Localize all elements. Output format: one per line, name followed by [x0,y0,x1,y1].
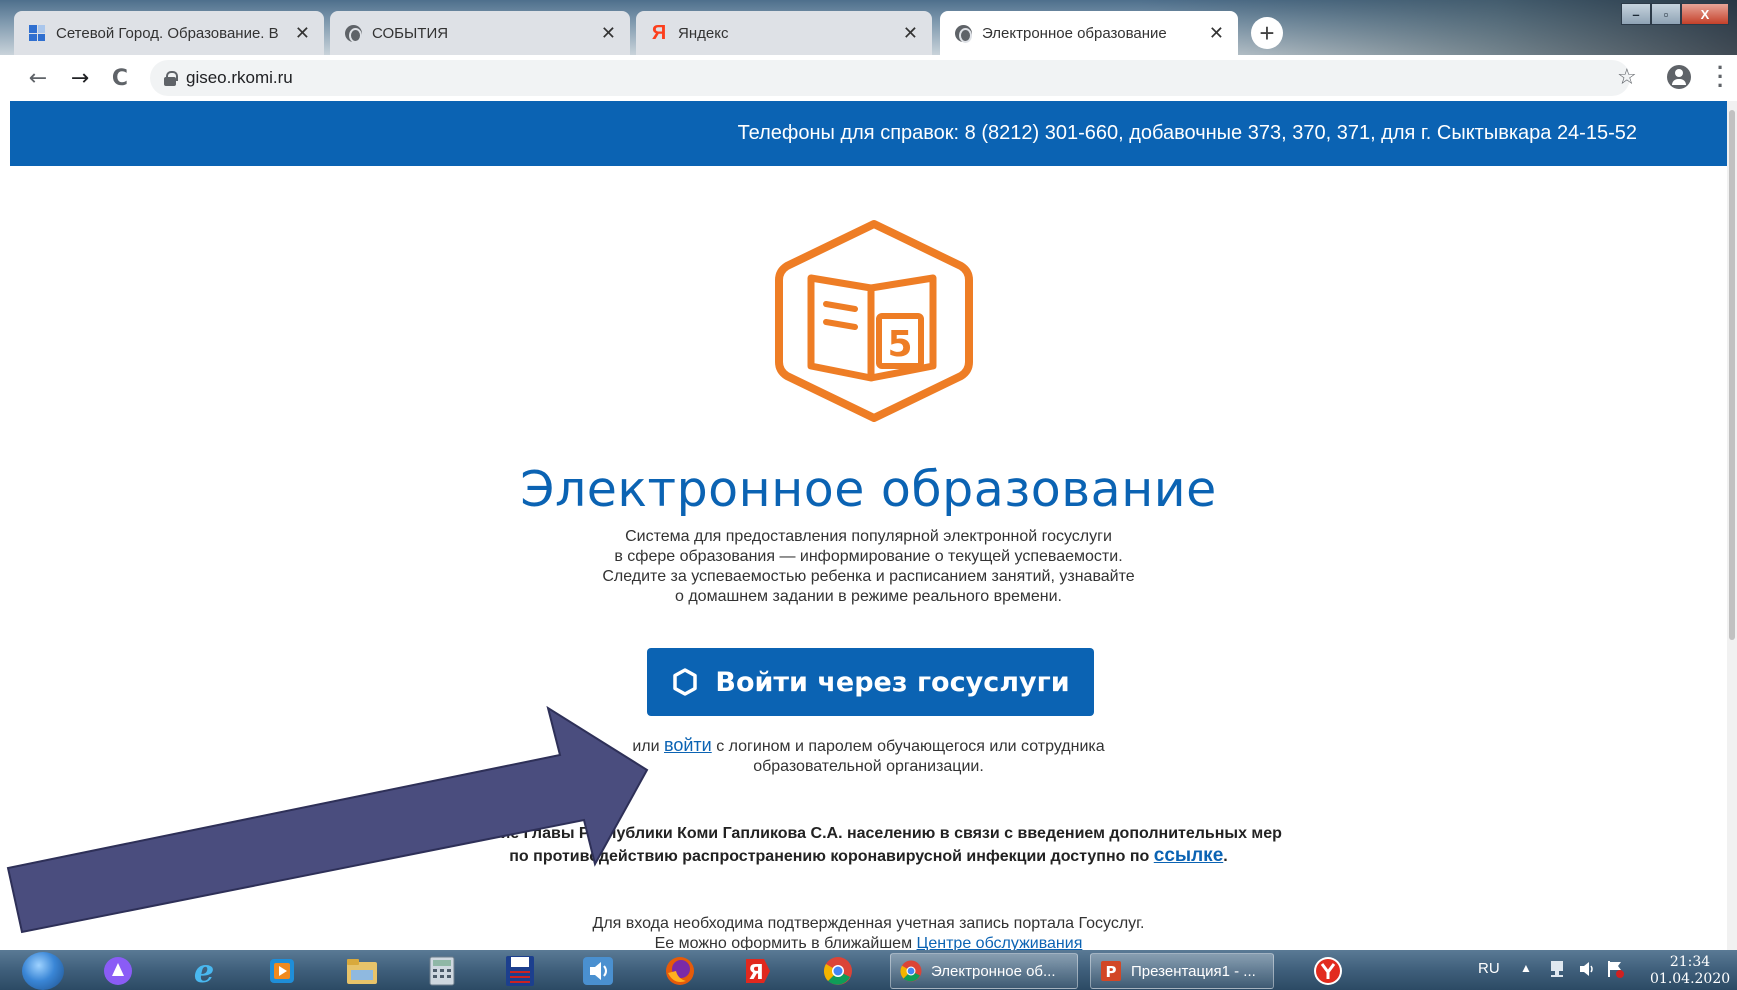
powerpoint-icon: P [1101,961,1121,981]
yandex-icon: Я [651,21,667,44]
grid-favicon-icon [28,24,46,42]
close-icon[interactable]: ✕ [295,23,310,44]
start-button[interactable] [22,952,64,990]
clock-time: 21:34 [1669,954,1711,970]
clock-date: 01.04.2020 [1650,971,1731,987]
minimize-button[interactable]: – [1621,3,1651,25]
chrome-icon[interactable] [820,955,856,987]
gosuslugi-login-button[interactable]: Войти через госуслуги [647,648,1094,716]
tab-title: Сетевой Город. Образование. В [56,24,279,42]
url-text: giseo.rkomi.ru [186,68,293,87]
windows-taskbar: e Я Электронное об... P Презентация1 - .… [0,950,1737,990]
language-indicator[interactable]: RU [1478,960,1500,977]
speaker-app-icon[interactable] [580,955,616,987]
volume-icon[interactable] [1578,959,1598,984]
reload-button[interactable]: C [104,62,136,94]
network-icon[interactable] [1548,959,1566,984]
file-explorer-icon[interactable] [344,955,380,987]
phone-info-text: Телефоны для справок: 8 (8212) 301-660, … [737,122,1637,144]
notice-link[interactable]: ссылке [1154,845,1224,866]
browser-tab-strip: Сетевой Город. Образование. В ✕ СОБЫТИЯ … [0,0,1737,55]
description-line: о домашнем задании в режиме реального вр… [674,588,1062,605]
internet-explorer-icon[interactable]: e [186,955,222,987]
address-bar[interactable]: giseo.rkomi.ru [150,60,1630,96]
back-button[interactable]: ← [22,62,54,94]
action-center-flag-icon[interactable] [1606,959,1626,984]
close-window-button[interactable]: X [1681,3,1729,25]
browser-toolbar: ← → C giseo.rkomi.ru ☆ · · · [0,55,1737,101]
menu-dots-icon[interactable]: · · · [1717,56,1724,96]
page-title: Электронное образование [520,461,1217,518]
media-player-icon[interactable] [264,955,300,987]
login-link[interactable]: войти [664,735,712,755]
calculator-icon[interactable] [424,955,460,987]
tab-elektronnoe-obrazovanie[interactable]: Электронное образование ✕ [940,11,1238,55]
yandex-y-icon[interactable] [1310,955,1346,987]
maximize-button[interactable]: ▫ [1651,3,1681,25]
alice-icon[interactable] [100,955,136,987]
page-description: Система для предоставления популярной эл… [10,527,1727,607]
covid-notice: ...щение Главы Республики Коми Гапликова… [455,825,1282,866]
taskbar-chrome-window[interactable]: Электронное об... [890,953,1078,989]
firefox-icon[interactable] [662,955,698,987]
forward-button[interactable]: → [64,62,96,94]
globe-icon [344,24,362,43]
yandex-browser-icon[interactable]: Я [740,955,776,987]
tab-title: Яндекс [678,24,729,42]
svg-text:Я: Я [748,960,763,984]
tab-yandex[interactable]: Я Яндекс ✕ [636,11,932,55]
taskbar-powerpoint-window[interactable]: P Презентация1 - ... [1090,953,1274,989]
tray-expand-icon[interactable]: ▲ [1520,961,1532,975]
description-line: Система для предоставления популярной эл… [625,528,1112,545]
book-logo-icon: 5 [775,220,973,422]
tab-title: Электронное образование [982,24,1167,42]
close-icon[interactable]: ✕ [903,23,918,44]
alternative-login-text: или войти с логином и паролем обучающего… [632,735,1105,775]
account-requirement-text: Для входа необходима подтвержденная учет… [592,915,1145,950]
task-label: Презентация1 - ... [1131,962,1256,980]
description-line: Следите за успеваемостью ребенка и распи… [602,568,1135,585]
tab-title: СОБЫТИЯ [372,24,449,42]
description-line: в сфере образования — информирование о т… [614,548,1123,565]
close-icon[interactable]: ✕ [1209,23,1224,44]
new-tab-button[interactable]: + [1251,17,1283,49]
task-label: Электронное об... [931,962,1056,980]
scrollbar-thumb[interactable] [1729,110,1735,640]
chrome-icon [900,960,922,982]
svg-text:e: e [194,955,214,987]
profile-avatar-icon[interactable] [1667,65,1691,89]
hexagon-icon [673,668,698,696]
tab-setevoy-gorod[interactable]: Сетевой Город. Образование. В ✕ [14,11,324,55]
logo-digit: 5 [887,324,912,365]
screen: Сетевой Город. Образование. В ✕ СОБЫТИЯ … [0,0,1737,990]
globe-icon [954,24,972,43]
system-clock[interactable]: 21:34 01.04.2020 [1650,954,1730,988]
bookmark-star-icon[interactable]: ☆ [1617,65,1637,90]
web-page: Телефоны для справок: 8 (8212) 301-660, … [10,101,1727,950]
gosuslugi-button-label: Войти через госуслуги [715,666,1070,698]
window-controls: – ▫ X [1621,3,1729,25]
service-center-link[interactable]: Центре обслуживания [917,935,1083,950]
tab-sobytiya[interactable]: СОБЫТИЯ ✕ [330,11,630,55]
lock-icon [164,71,178,86]
svg-text:P: P [1106,963,1117,981]
phone-info-bar: Телефоны для справок: 8 (8212) 301-660, … [10,101,1727,166]
floppy-disk-icon[interactable] [502,955,538,987]
close-icon[interactable]: ✕ [601,23,616,44]
